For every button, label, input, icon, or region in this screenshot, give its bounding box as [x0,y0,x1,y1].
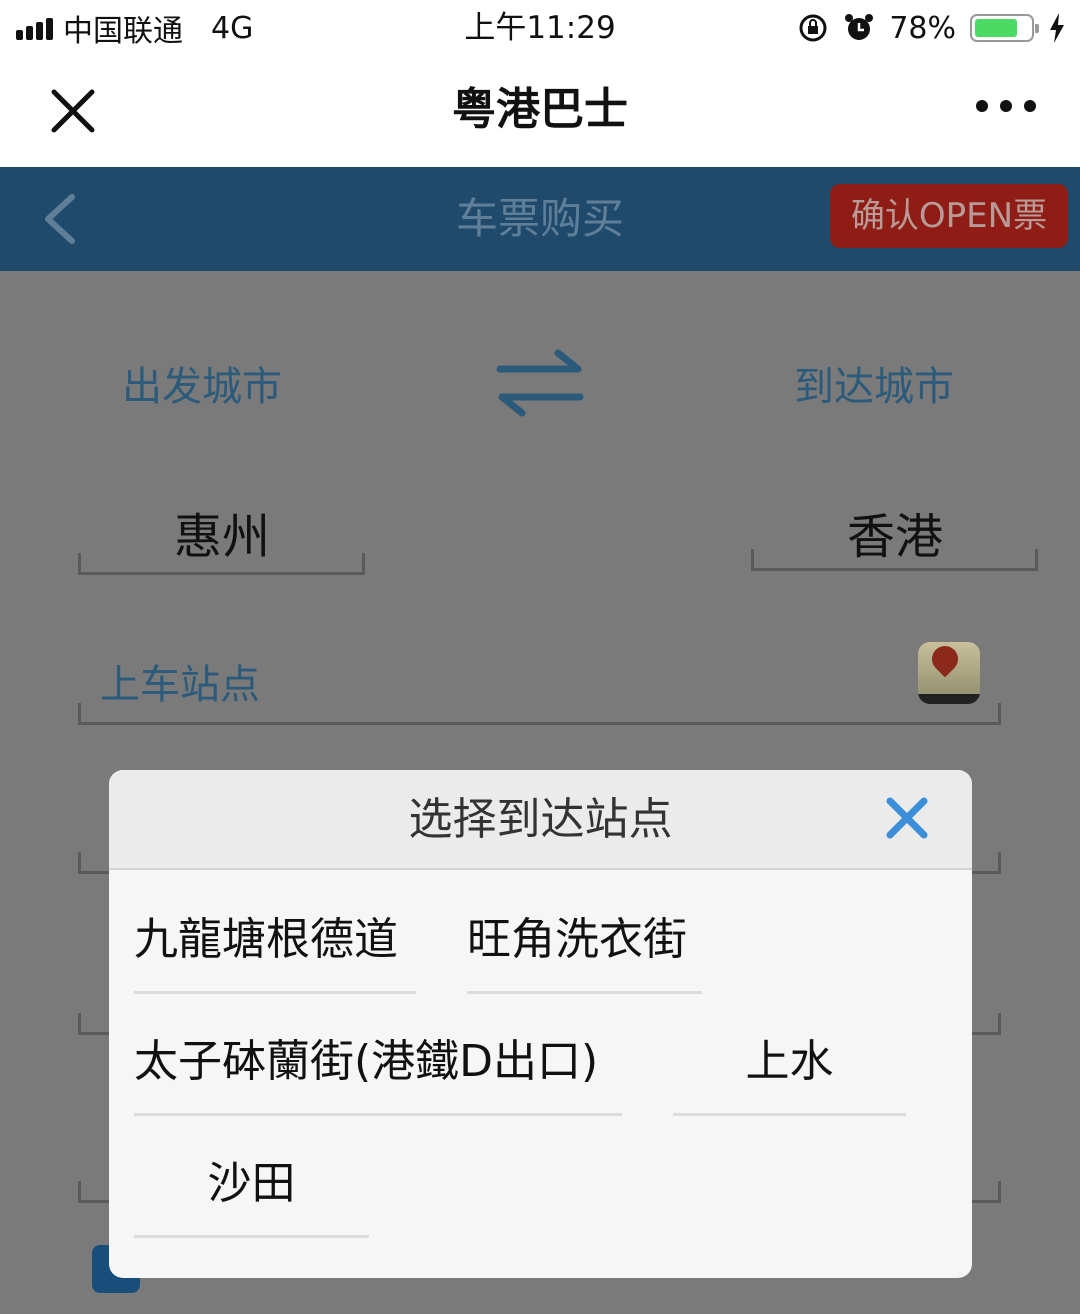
station-option[interactable]: 上水 [673,1016,906,1116]
battery-icon [970,14,1039,42]
station-option[interactable]: 九龍塘根德道 [134,894,416,994]
swap-cities-icon[interactable] [494,347,586,419]
confirm-open-ticket-button[interactable]: 确认OPEN票 [830,184,1068,248]
boarding-station-underline [78,703,1001,725]
orientation-lock-icon [799,14,827,42]
boarding-station-label[interactable]: 上车站点 [100,652,260,710]
arrival-station-picker-dialog: 选择到达站点 九龍塘根德道 旺角洗衣街 太子砵蘭街(港鐵D出口) 上水 沙田 [109,770,972,1278]
dialog-title: 选择到达站点 [408,794,673,845]
station-option[interactable]: 旺角洗衣街 [467,894,702,994]
close-icon[interactable] [885,796,929,840]
mini-program-nav-bar: 粤港巴士 [0,56,1080,167]
battery-percentage: 78% [889,10,956,46]
arrival-city-label: 到达城市 [794,364,954,410]
dialog-header: 选择到达站点 [109,770,972,870]
departure-city-label: 出发城市 [122,364,282,410]
status-bar: 中国联通 4G 上午11:29 78% [0,0,1080,56]
arrival-city-underline [751,549,1038,571]
map-location-icon[interactable] [918,642,980,704]
departure-city-underline [78,553,365,575]
station-option[interactable]: 沙田 [134,1138,369,1238]
status-right: 78% [797,8,1066,48]
alarm-clock-icon [845,14,874,40]
more-menu-icon[interactable] [976,100,1036,112]
station-option[interactable]: 太子砵蘭街(港鐵D出口) [134,1016,622,1116]
charging-bolt-icon [1050,13,1064,43]
page-header: 车票购买 确认OPEN票 [0,167,1080,271]
app-title: 粤港巴士 [452,84,628,135]
